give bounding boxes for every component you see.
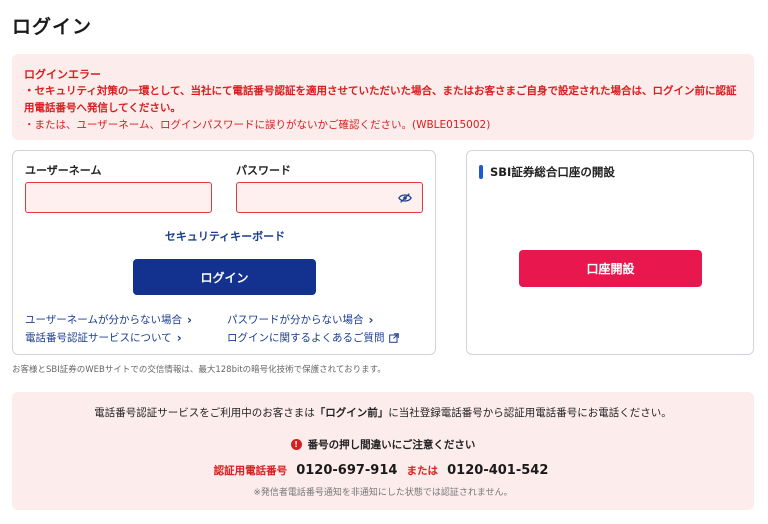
login-faq-label: ログインに関するよくあるご質問 bbox=[227, 332, 385, 344]
caution-text: 番号の押し間違いにご注意ください bbox=[307, 439, 476, 451]
forgot-username-link[interactable]: ユーザーネームが分からない場合 › bbox=[25, 312, 192, 327]
account-open-card: SBI証券総合口座の開設 口座開設 bbox=[466, 150, 754, 355]
forgot-password-link[interactable]: パスワードが分からない場合 › bbox=[227, 312, 373, 327]
number-label: 認証用電話番号 bbox=[213, 465, 288, 477]
username-field[interactable] bbox=[25, 182, 212, 213]
intro-prefix: 電話番号認証サービスをご利用中のお客さまは bbox=[94, 407, 315, 419]
chevron-right-icon: › bbox=[176, 330, 182, 345]
auth-phone-numbers: 認証用電話番号 0120-697-914 または 0120-401-542 bbox=[12, 459, 754, 478]
phone-auth-service-link[interactable]: 電話番号認証サービスについて › bbox=[25, 330, 182, 345]
password-label: パスワード bbox=[236, 164, 291, 177]
intro-bold: 「ログイン前」 bbox=[314, 407, 389, 419]
account-open-title: SBI証券総合口座の開設 bbox=[479, 164, 615, 180]
chevron-right-icon: › bbox=[368, 312, 374, 327]
page-title: ログイン bbox=[12, 16, 93, 38]
caution-line: ! 番号の押し間違いにご注意ください bbox=[12, 437, 754, 452]
error-phone-auth-message: ・セキュリティ対策の一環として、当社にて電話番号認証を適用させていただいた場合、… bbox=[24, 85, 737, 114]
or-label: または bbox=[406, 465, 439, 477]
login-button[interactable]: ログイン bbox=[133, 259, 316, 295]
forgot-username-label: ユーザーネームが分からない場合 bbox=[25, 314, 182, 326]
intro-suffix: に当社登録電話番号から認証用電話番号にお電話ください。 bbox=[388, 407, 672, 419]
chevron-right-icon: › bbox=[186, 312, 192, 327]
username-label: ユーザーネーム bbox=[25, 164, 102, 177]
security-keyboard-link[interactable]: セキュリティキーボード bbox=[13, 228, 437, 244]
error-title: ログインエラー bbox=[24, 68, 101, 81]
title-accent-bar bbox=[479, 165, 483, 179]
phone-number-2[interactable]: 0120-401-542 bbox=[447, 463, 548, 478]
forgot-password-label: パスワードが分からない場合 bbox=[227, 314, 364, 326]
caller-id-note: ※発信者電話番号通知を非通知にした状態では認証されません。 bbox=[253, 488, 513, 498]
error-credentials-message: ・または、ユーザーネーム、ログインパスワードに誤りがないかご確認ください。(WB… bbox=[24, 119, 491, 131]
eye-slash-icon[interactable] bbox=[398, 192, 412, 204]
encryption-note: お客様とSBI証券のWEBサイトでの交信情報は、最大128bitの暗号化技術で保… bbox=[12, 365, 386, 375]
phone-auth-service-label: 電話番号認証サービスについて bbox=[25, 332, 172, 344]
login-card: ユーザーネーム パスワード セキュリティキーボード ログイン ユーザーネームが分… bbox=[12, 150, 436, 355]
exclamation-circle-icon: ! bbox=[290, 439, 302, 450]
phone-auth-box: 電話番号認証サービスをご利用中のお客さまは「ログイン前」に当社登録電話番号から認… bbox=[12, 392, 754, 510]
open-account-button[interactable]: 口座開設 bbox=[519, 250, 702, 287]
account-open-title-text: SBI証券総合口座の開設 bbox=[490, 165, 615, 179]
password-field[interactable] bbox=[236, 182, 423, 213]
phone-auth-intro: 電話番号認証サービスをご利用中のお客さまは「ログイン前」に当社登録電話番号から認… bbox=[12, 405, 754, 420]
phone-number-1[interactable]: 0120-697-914 bbox=[296, 463, 397, 478]
external-link-icon bbox=[388, 332, 399, 343]
error-message-box: ログインエラー ・セキュリティ対策の一環として、当社にて電話番号認証を適用させて… bbox=[12, 54, 754, 140]
login-faq-link[interactable]: ログインに関するよくあるご質問 bbox=[227, 330, 399, 345]
